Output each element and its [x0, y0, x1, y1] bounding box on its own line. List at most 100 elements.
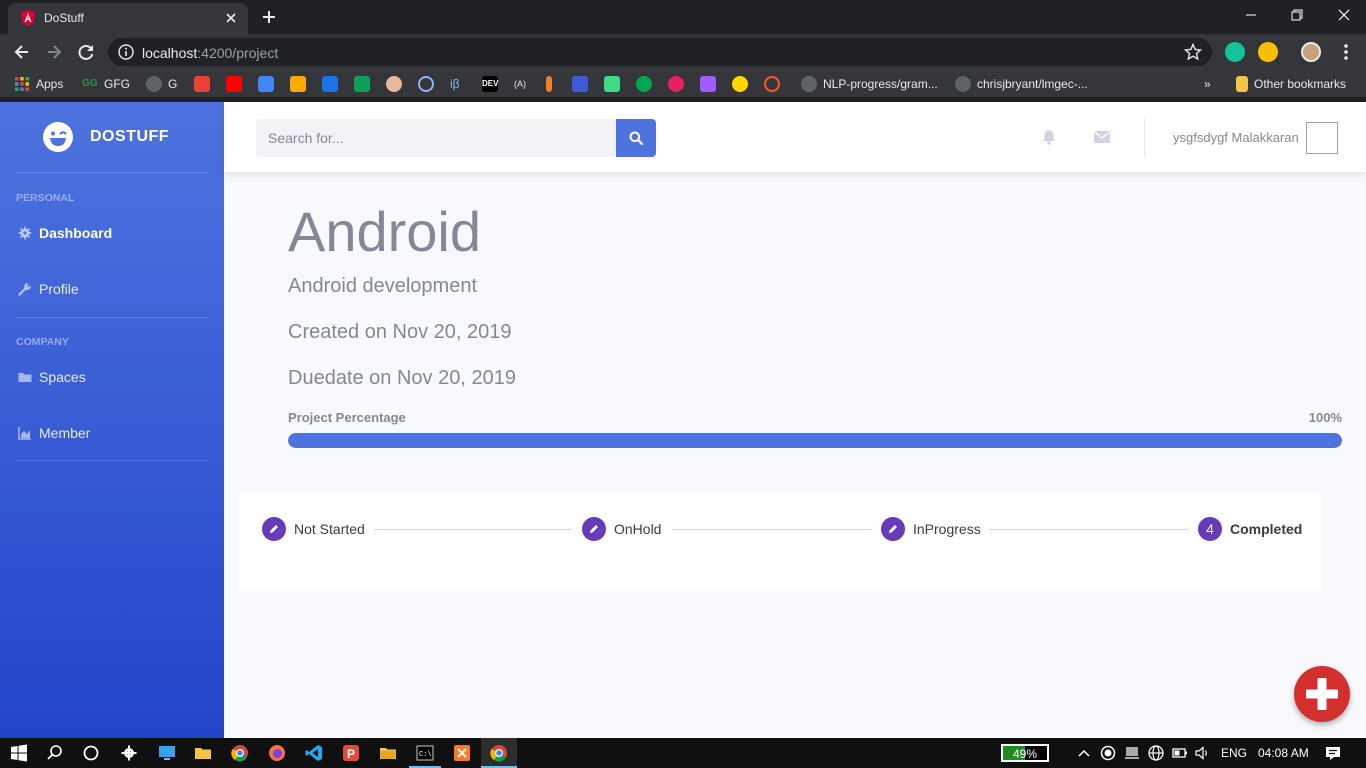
search-input[interactable]	[256, 119, 616, 157]
search-icon[interactable]	[46, 744, 64, 762]
extension-orange-icon[interactable]	[764, 76, 780, 92]
battery-icon[interactable]	[1171, 744, 1189, 762]
bookmark-icon-row: iβ DEV (A)	[194, 75, 786, 93]
record-icon[interactable]	[1099, 744, 1117, 762]
chrome-icon[interactable]	[231, 744, 249, 762]
sidebar-item-dashboard[interactable]: Dashboard	[16, 221, 208, 245]
hackerrank-icon[interactable]	[636, 76, 652, 92]
xampp-icon[interactable]	[453, 744, 471, 762]
step-connector	[672, 529, 872, 530]
plus-circle-icon	[1306, 678, 1338, 710]
folder-icon[interactable]	[379, 744, 397, 762]
new-tab-icon[interactable]	[260, 8, 278, 26]
folder-icon	[18, 373, 32, 382]
address-bar[interactable]: localhost:4200/project	[108, 38, 1212, 66]
battery-indicator[interactable]: 49%	[1001, 744, 1049, 762]
bookmark-other[interactable]: Other bookmarks	[1236, 75, 1346, 93]
sidebar: DOSTUFF PERSONAL Dashboard Profile COMPA…	[0, 102, 224, 738]
bookmarks-overflow-icon[interactable]: »	[1204, 75, 1211, 93]
device-icon[interactable]	[1123, 744, 1141, 762]
envelope-icon[interactable]	[1093, 129, 1111, 145]
postman-icon[interactable]: P	[342, 744, 360, 762]
volume-icon[interactable]	[1194, 744, 1212, 762]
back-icon[interactable]	[12, 42, 32, 62]
input-language[interactable]: ENG	[1221, 746, 1247, 760]
wrench-icon	[18, 283, 31, 296]
figma-icon[interactable]	[700, 76, 716, 92]
sidebar-item-member[interactable]: Member	[16, 421, 208, 445]
vscode-icon[interactable]	[305, 744, 323, 762]
battery-percentage: 49%	[1012, 747, 1038, 761]
bell-icon[interactable]	[1041, 129, 1057, 145]
cortana-icon[interactable]	[82, 744, 100, 762]
algo-icon[interactable]: (A)	[514, 76, 530, 92]
brand[interactable]: DOSTUFF	[0, 102, 224, 172]
infinity-icon[interactable]	[418, 76, 434, 92]
firefox-icon[interactable]	[268, 744, 286, 762]
settings-gear-icon[interactable]	[120, 744, 138, 762]
grammarly-extension-icon[interactable]	[1225, 42, 1245, 62]
command-prompt-icon[interactable]: C:\	[416, 744, 434, 762]
windows-start-icon[interactable]	[10, 744, 28, 762]
notifications-icon[interactable]	[1324, 744, 1342, 762]
extension-w-icon[interactable]	[572, 76, 588, 92]
browser-toolbar: localhost:4200/project	[0, 34, 1366, 70]
close-tab-icon[interactable]	[224, 11, 238, 25]
bookmark-apps[interactable]: Apps	[14, 75, 63, 93]
network-globe-icon[interactable]	[1147, 744, 1165, 762]
gear-icon	[18, 226, 32, 240]
github-icon	[146, 76, 162, 92]
bookmark-star-icon[interactable]	[1184, 43, 1202, 61]
bookmark-gfg[interactable]: GG GFG	[82, 75, 130, 93]
extension-yellow-icon[interactable]	[732, 76, 748, 92]
face-icon[interactable]	[386, 76, 402, 92]
step-number: 4	[1198, 517, 1222, 541]
sidebar-divider	[16, 317, 208, 318]
search-button[interactable]	[616, 119, 656, 157]
avatar[interactable]	[1306, 122, 1338, 154]
sidebar-item-label: Dashboard	[39, 225, 113, 241]
info-icon[interactable]	[118, 44, 134, 60]
step-onhold[interactable]: OnHold	[582, 517, 661, 541]
dev-icon[interactable]: DEV	[482, 76, 498, 92]
chevron-up-icon[interactable]	[1075, 744, 1093, 762]
sheets-icon[interactable]	[354, 76, 370, 92]
forward-icon[interactable]	[44, 42, 64, 62]
chrome-canary-icon[interactable]	[490, 744, 508, 762]
reload-icon[interactable]	[76, 42, 96, 62]
more-menu-icon[interactable]	[1336, 42, 1356, 62]
minimize-window-icon[interactable]	[1240, 6, 1262, 24]
sidebar-heading-company: COMPANY	[16, 336, 69, 348]
step-not-started[interactable]: Not Started	[262, 517, 365, 541]
bookmark-lmgec[interactable]: chrisjbryant/lmgec-...	[955, 75, 1088, 93]
desktop-icon[interactable]	[158, 744, 176, 762]
step-inprogress[interactable]: InProgress	[881, 517, 981, 541]
power-icon[interactable]	[604, 76, 620, 92]
clock-time[interactable]: 04:08 AM	[1258, 746, 1309, 760]
file-explorer-icon[interactable]	[194, 744, 212, 762]
calendar-icon[interactable]	[258, 76, 274, 92]
close-window-icon[interactable]	[1333, 6, 1355, 24]
bookmark-nlp-progress[interactable]: NLP-progress/gram...	[801, 75, 938, 93]
sidebar-item-profile[interactable]: Profile	[16, 277, 208, 301]
browser-tab-strip: DoStuff	[0, 0, 1366, 34]
user-name[interactable]: ysgfsdygf Malakkaran	[1173, 130, 1299, 145]
angular-icon	[21, 10, 35, 26]
status-stepper: Not Started OnHold InProgress 4 Complete…	[238, 493, 1322, 589]
bookmark-github-g[interactable]: G	[146, 75, 177, 93]
restore-window-icon[interactable]	[1286, 6, 1308, 24]
add-button[interactable]	[1294, 666, 1350, 722]
extension-icon[interactable]	[1258, 42, 1278, 62]
calendar-14-icon[interactable]	[322, 76, 338, 92]
browser-tab[interactable]: DoStuff	[8, 3, 248, 34]
profile-avatar[interactable]	[1301, 42, 1321, 62]
keep-icon[interactable]	[290, 76, 306, 92]
sidebar-item-spaces[interactable]: Spaces	[16, 365, 208, 389]
stackoverflow-icon[interactable]	[546, 76, 552, 92]
interviewbit-icon[interactable]: iβ	[450, 76, 466, 92]
youtube-icon[interactable]	[226, 76, 242, 92]
play-icon[interactable]	[668, 76, 684, 92]
step-completed[interactable]: 4 Completed	[1198, 517, 1302, 541]
gmail-icon[interactable]	[194, 76, 210, 92]
step-label: Not Started	[294, 521, 365, 537]
